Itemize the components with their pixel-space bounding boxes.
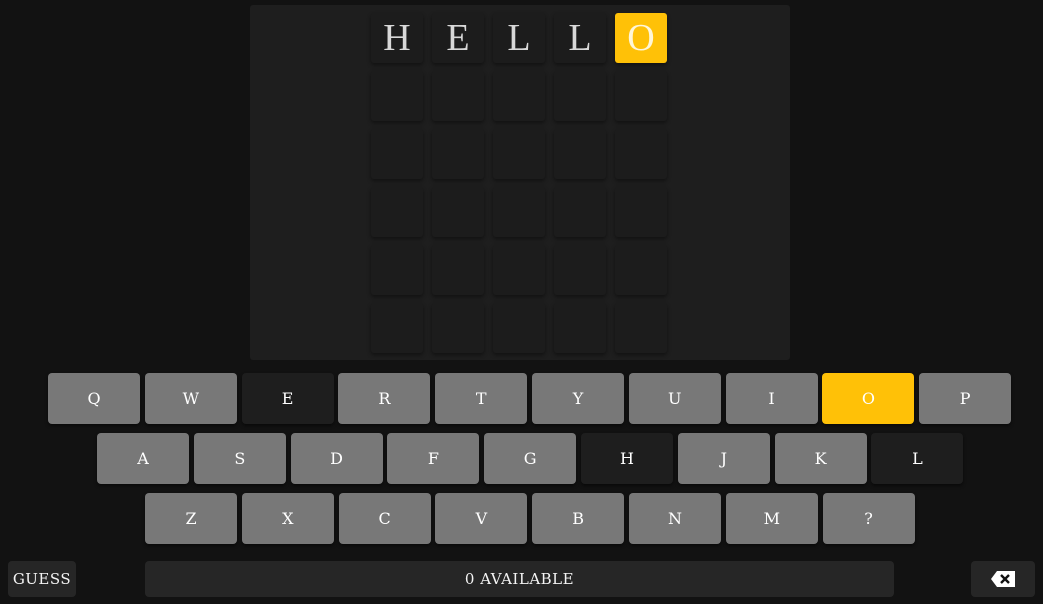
key-d[interactable]: D	[290, 433, 383, 484]
key-y[interactable]: Y	[532, 373, 624, 424]
board-tile: H	[371, 13, 423, 63]
key-c[interactable]: C	[338, 493, 431, 544]
key-s[interactable]: S	[193, 433, 286, 484]
board-tile	[432, 129, 484, 179]
board-tile	[615, 187, 667, 237]
key-n[interactable]: N	[629, 493, 721, 544]
board-tile	[432, 71, 484, 121]
board-tile	[493, 71, 545, 121]
board-tile	[554, 71, 606, 121]
board-tile	[493, 303, 545, 353]
board-tile	[554, 129, 606, 179]
board-tile	[615, 245, 667, 295]
board-tile: L	[493, 13, 545, 63]
board-tile	[432, 303, 484, 353]
board-tile	[371, 187, 423, 237]
board-tile	[615, 129, 667, 179]
key-h[interactable]: H	[581, 433, 673, 484]
key-w[interactable]: W	[144, 373, 237, 424]
board-tile	[432, 245, 484, 295]
key-i[interactable]: I	[725, 373, 818, 424]
board-tile: O	[615, 13, 667, 63]
key-z[interactable]: Z	[145, 493, 237, 544]
key-p[interactable]: P	[919, 373, 1012, 424]
board-tile	[371, 245, 423, 295]
board-tile	[371, 71, 423, 121]
key-m[interactable]: M	[725, 493, 818, 544]
key-r[interactable]: R	[338, 373, 431, 424]
key-f[interactable]: F	[387, 433, 480, 484]
board-tile	[493, 245, 545, 295]
key-unknown[interactable]: ?	[822, 493, 915, 544]
board-tile	[432, 187, 484, 237]
board-tile	[554, 245, 606, 295]
backspace-button[interactable]	[971, 561, 1035, 597]
key-x[interactable]: X	[241, 493, 334, 544]
available-count-bar: 0 AVAILABLE	[145, 561, 894, 597]
board-tile	[615, 71, 667, 121]
guess-button[interactable]: GUESS	[8, 561, 76, 597]
key-o[interactable]: O	[822, 373, 915, 424]
key-q[interactable]: Q	[48, 373, 140, 424]
key-j[interactable]: J	[677, 433, 770, 484]
board-tile	[371, 303, 423, 353]
key-v[interactable]: V	[435, 493, 528, 544]
key-b[interactable]: B	[532, 493, 625, 544]
key-g[interactable]: G	[484, 433, 577, 484]
board-tile	[371, 129, 423, 179]
backspace-icon	[991, 571, 1015, 587]
board-tile	[554, 187, 606, 237]
board-tile	[493, 129, 545, 179]
key-l[interactable]: L	[871, 433, 964, 484]
key-u[interactable]: U	[628, 373, 721, 424]
board-tile: E	[432, 13, 484, 63]
key-a[interactable]: A	[97, 433, 189, 484]
board-tile: L	[554, 13, 606, 63]
board-tile	[615, 303, 667, 353]
board-tile	[554, 303, 606, 353]
game-board: HELLO	[250, 5, 790, 360]
board-tile	[493, 187, 545, 237]
key-t[interactable]: T	[435, 373, 528, 424]
key-e[interactable]: E	[241, 373, 334, 424]
key-k[interactable]: K	[774, 433, 867, 484]
